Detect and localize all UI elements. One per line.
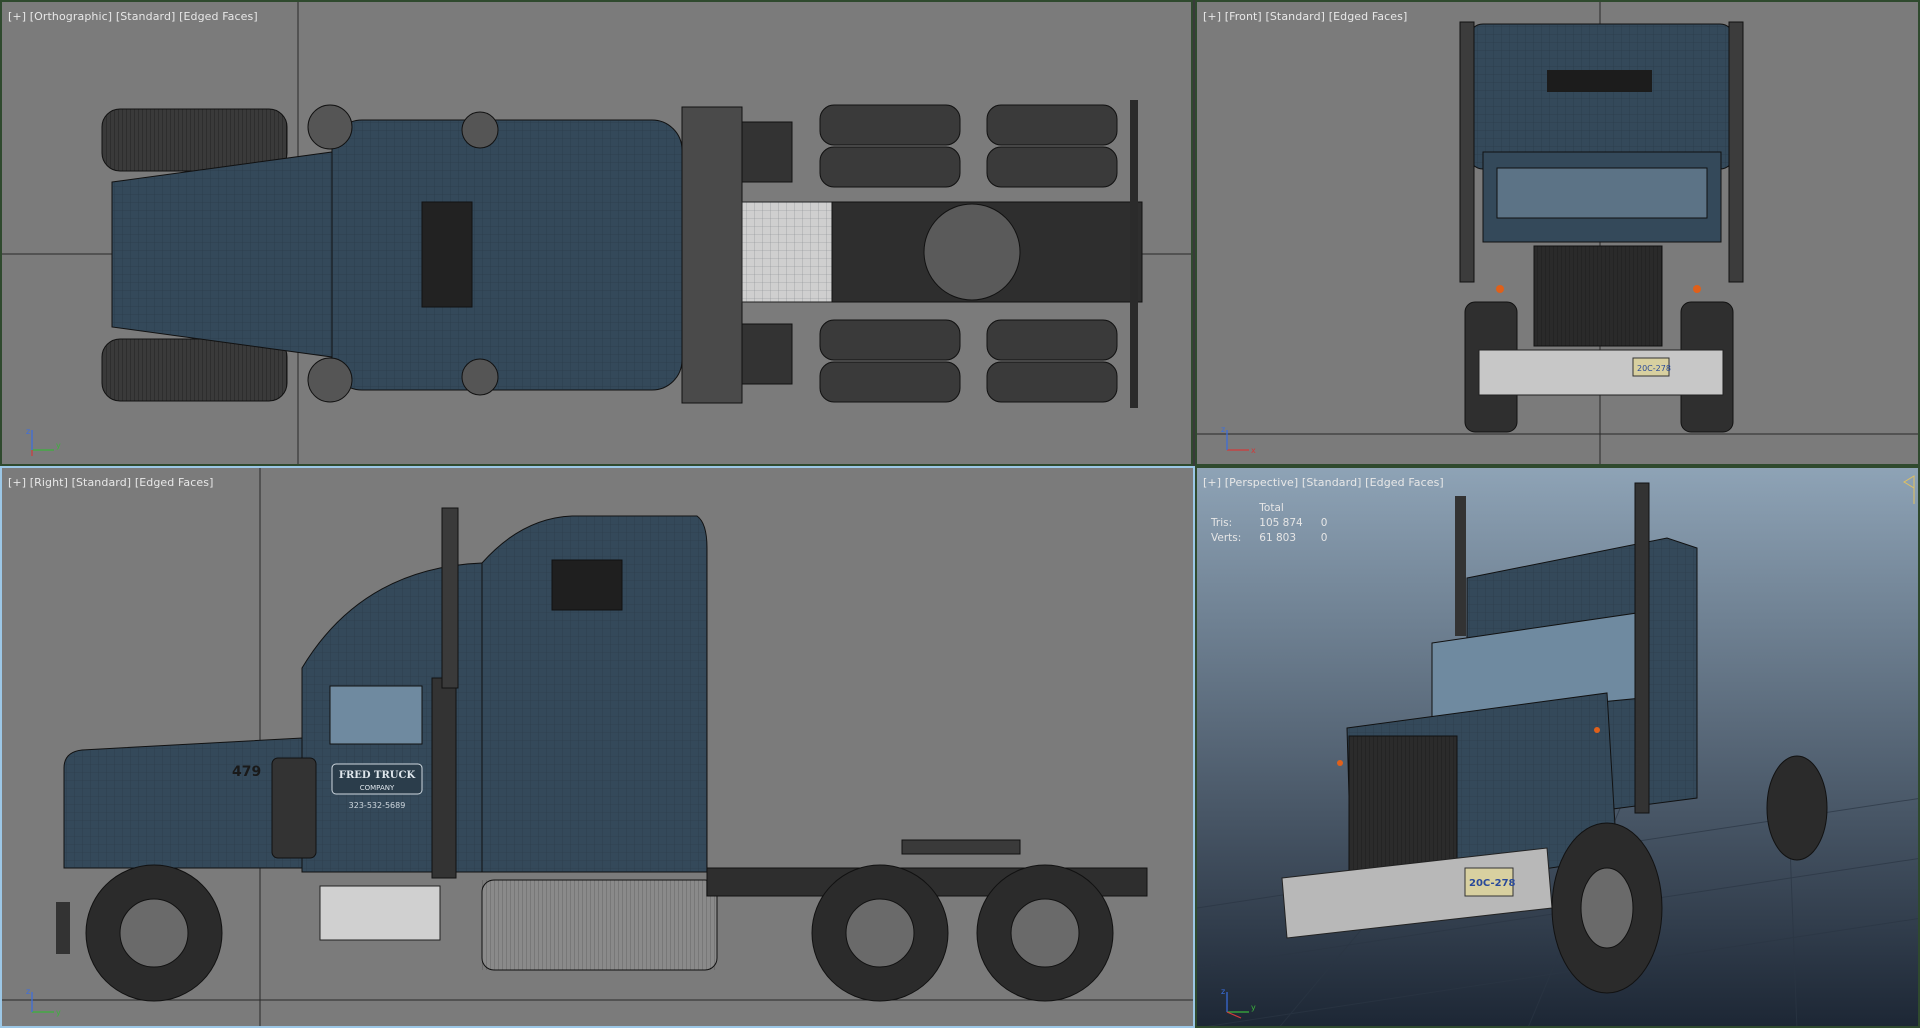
verts-label: Verts:	[1211, 532, 1242, 544]
axis-z-label: z	[1221, 425, 1225, 434]
polygon-stats-panel: Total Tris: 105 874 0 Verts: 61 803 0	[1209, 500, 1345, 547]
door-phone: 323-532-5689	[349, 801, 406, 810]
shading-menu[interactable]: [Standard]	[1302, 476, 1362, 489]
axis-y-label: y	[56, 441, 61, 450]
view-type-menu[interactable]: [Front]	[1225, 10, 1262, 23]
verts-total: 61 803	[1259, 532, 1297, 544]
door-company-sub: COMPANY	[360, 784, 395, 792]
viewport-menu-button[interactable]: [+]	[8, 10, 26, 23]
axis-z-label: z	[1221, 987, 1225, 996]
side-view-truck-model: FRED TRUCK COMPANY 323-532-5689 479	[2, 468, 1193, 1026]
axis-z-label: z	[26, 427, 30, 436]
tris-total: 105 874	[1259, 517, 1303, 529]
axis-x-label: x	[1251, 446, 1256, 455]
viewport-menu-button[interactable]: [+]	[1203, 476, 1221, 489]
viewport-menu-button[interactable]: [+]	[1203, 10, 1221, 23]
axis-gizmo-icon: z x	[1221, 425, 1256, 455]
view-type-menu[interactable]: [Orthographic]	[30, 10, 112, 23]
viewport-label-front: [+] [Front] [Standard] [Edged Faces]	[1203, 10, 1407, 23]
unit-number: 479	[232, 764, 261, 780]
viewport-top[interactable]: [+] [Orthographic] [Standard] [Edged Fac…	[0, 0, 1193, 466]
display-mode-menu[interactable]: [Edged Faces]	[1365, 476, 1444, 489]
verts-selected: 0	[1320, 532, 1328, 544]
view-type-menu[interactable]: [Perspective]	[1225, 476, 1299, 489]
shading-menu[interactable]: [Standard]	[1265, 10, 1325, 23]
viewport-menu-button[interactable]: [+]	[8, 476, 26, 489]
viewport-perspective[interactable]: 20C-278 [+] [Perspective] [Standard] [Ed…	[1195, 466, 1920, 1028]
display-mode-menu[interactable]: [Edged Faces]	[1329, 10, 1408, 23]
perspective-plate-text: 20C-278	[1469, 878, 1516, 889]
shading-menu[interactable]: [Standard]	[116, 10, 176, 23]
axis-y-label: y	[56, 1008, 61, 1017]
axis-z-label: z	[26, 987, 30, 996]
tris-selected: 0	[1320, 517, 1328, 529]
viewport-front[interactable]: 20C-278 [+] [Front] [Standard] [Edged Fa…	[1195, 0, 1920, 466]
display-mode-menu[interactable]: [Edged Faces]	[135, 476, 214, 489]
shading-menu[interactable]: [Standard]	[72, 476, 132, 489]
axis-gizmo-icon: z y	[26, 987, 61, 1017]
perspective-truck-model: 20C-278	[1197, 482, 1918, 1026]
viewport-label-perspective: [+] [Perspective] [Standard] [Edged Face…	[1203, 476, 1444, 489]
door-company-name: FRED TRUCK	[339, 770, 416, 781]
front-plate-text: 20C-278	[1637, 364, 1671, 373]
stats-header: Total	[1259, 502, 1284, 514]
top-view-truck-model	[2, 2, 1191, 464]
view-type-menu[interactable]: [Right]	[30, 476, 68, 489]
axis-y-label: y	[1251, 1003, 1256, 1012]
axis-gizmo-icon: z y	[26, 427, 61, 456]
viewport-right[interactable]: FRED TRUCK COMPANY 323-532-5689 479 [+] …	[0, 466, 1195, 1028]
display-mode-menu[interactable]: [Edged Faces]	[179, 10, 258, 23]
axis-gizmo-icon: z y	[1221, 987, 1256, 1019]
tris-label: Tris:	[1211, 517, 1233, 529]
front-view-truck-model: 20C-278	[1197, 2, 1918, 464]
viewport-label-right: [+] [Right] [Standard] [Edged Faces]	[8, 476, 213, 489]
timeline-marker-icon[interactable]	[1902, 474, 1916, 504]
viewport-label-top: [+] [Orthographic] [Standard] [Edged Fac…	[8, 10, 258, 23]
